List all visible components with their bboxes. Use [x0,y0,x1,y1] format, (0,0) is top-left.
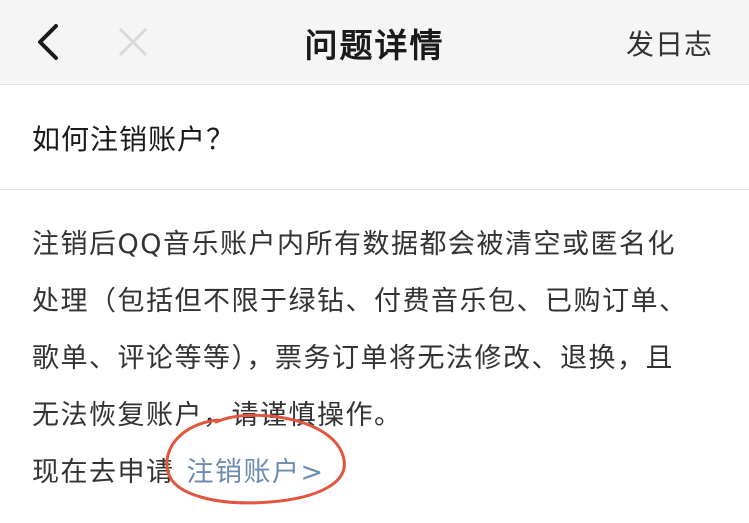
answer-line: 注销后QQ音乐账户内所有数据都会被清空或匿名化 [32,229,677,260]
send-log-button[interactable]: 发日志 [626,0,713,85]
chevron-left-icon [38,24,58,60]
apply-prefix: 现在去申请 [32,457,175,488]
question-title: 如何注销账户？ [0,86,749,190]
navigation-bar: 问题详情 发日志 [0,0,749,85]
cancel-account-link[interactable]: 注销账户> [187,457,325,488]
answer-line: 无法恢复账户，请谨慎操作。 [32,400,403,431]
close-button[interactable] [108,16,158,68]
answer-line: 歌单、评论等等），票务订单将无法修改、退换，且 [32,343,674,374]
close-icon [118,27,148,57]
answer-body: 注销后QQ音乐账户内所有数据都会被清空或匿名化 处理（包括但不限于绿钻、付费音乐… [32,216,732,501]
apply-row: 现在去申请 注销账户> [32,444,732,501]
back-button[interactable] [22,16,72,68]
answer-line: 处理（包括但不限于绿钻、付费音乐包、已购订单、 [32,286,688,317]
screen: 问题详情 发日志 如何注销账户？ 注销后QQ音乐账户内所有数据都会被清空或匿名化… [0,0,749,523]
